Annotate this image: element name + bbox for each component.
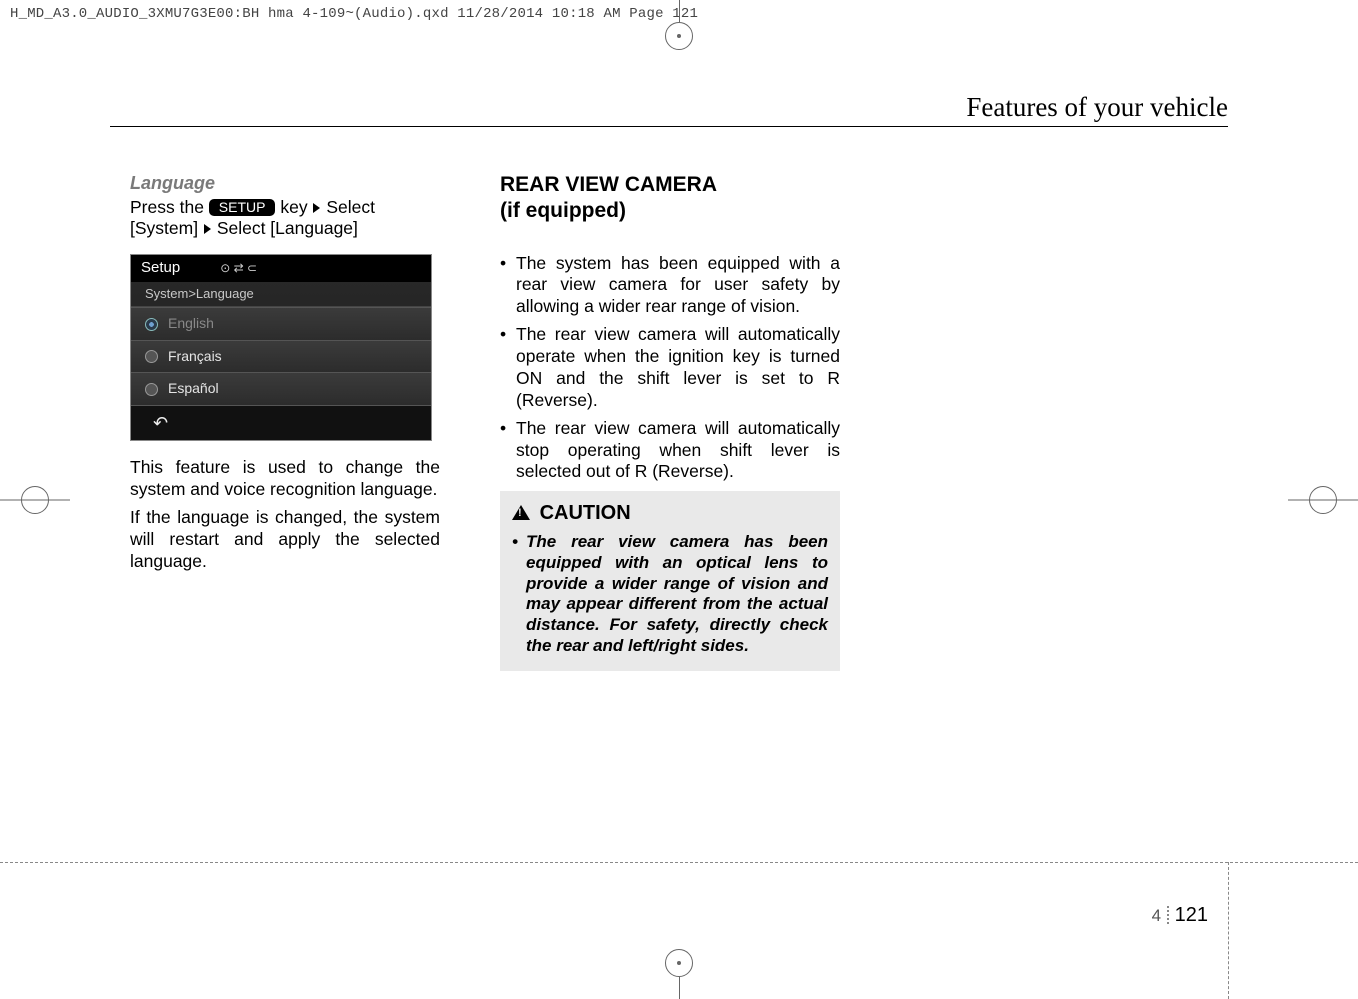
column-language: Language Press the SETUP key Select [Sys… (130, 172, 440, 671)
triangle-icon (313, 203, 320, 213)
row-label: Français (168, 348, 222, 366)
radio-icon (145, 350, 158, 363)
content-area: Language Press the SETUP key Select [Sys… (130, 172, 1130, 671)
rear-view-bullets: The system has been equipped with a rear… (500, 253, 840, 484)
bullet-1: The system has been equipped with a rear… (500, 253, 840, 319)
crop-dashed-vertical (1228, 862, 1229, 999)
screenshot-header: Setup ⊙ ⇄ ⊂ (131, 255, 431, 282)
screenshot-back-button[interactable]: ↶ (131, 405, 431, 441)
section-rule (110, 126, 1228, 127)
registration-mark-top (649, 0, 709, 60)
lang-row-english[interactable]: English (131, 307, 431, 340)
caution-label: CAUTION (540, 502, 631, 524)
lang-row-espanol[interactable]: Español (131, 372, 431, 405)
rear-view-heading: REAR VIEW CAMERA (if equipped) (500, 172, 840, 225)
caution-text: The rear view camera has been equipped w… (512, 532, 828, 656)
crop-dashed-horizontal (0, 862, 1358, 863)
press-prefix: Press the (130, 197, 209, 217)
section-title: Features of your vehicle (966, 92, 1228, 123)
lang-para-2: If the language is changed, the system w… (130, 507, 440, 573)
press-line-2: [System] Select [Language] (130, 218, 440, 240)
row-label: Español (168, 380, 219, 398)
triangle-icon (204, 224, 211, 234)
radio-icon (145, 383, 158, 396)
bullet-2: The rear view camera will automatically … (500, 324, 840, 412)
screenshot-breadcrumb: System>Language (131, 282, 431, 307)
registration-mark-bottom (649, 939, 709, 999)
setup-screenshot: Setup ⊙ ⇄ ⊂ System>Language English Fran… (130, 254, 432, 441)
line2a: [System] (130, 218, 203, 238)
line2b: Select [Language] (217, 218, 358, 238)
column-rear-view: REAR VIEW CAMERA (if equipped) The syste… (500, 172, 840, 671)
press-mid: key (280, 197, 307, 217)
screenshot-title: Setup (141, 259, 180, 278)
warning-triangle-icon (512, 505, 530, 520)
press-suffix: Select (326, 197, 375, 217)
caution-box: CAUTION The rear view camera has been eq… (500, 491, 840, 670)
caution-heading: CAUTION (512, 501, 828, 526)
page-no: 121 (1175, 904, 1208, 927)
lang-row-francais[interactable]: Français (131, 340, 431, 373)
radio-icon (145, 318, 158, 331)
lang-para-1: This feature is used to change the syste… (130, 457, 440, 501)
screenshot-header-icons: ⊙ ⇄ ⊂ (220, 261, 257, 276)
setup-key-label: SETUP (209, 199, 276, 217)
bullet-3: The rear view camera will automatically … (500, 418, 840, 484)
language-heading: Language (130, 172, 440, 195)
page-number: 4 121 (1152, 904, 1208, 927)
registration-mark-left (0, 480, 70, 520)
page-divider (1167, 906, 1169, 926)
page-section: 4 (1152, 906, 1161, 926)
press-line-1: Press the SETUP key Select (130, 197, 440, 219)
row-label: English (168, 315, 214, 333)
registration-mark-right (1288, 480, 1358, 520)
file-header: H_MD_A3.0_AUDIO_3XMU7G3E00:BH hma 4-109~… (10, 6, 698, 22)
